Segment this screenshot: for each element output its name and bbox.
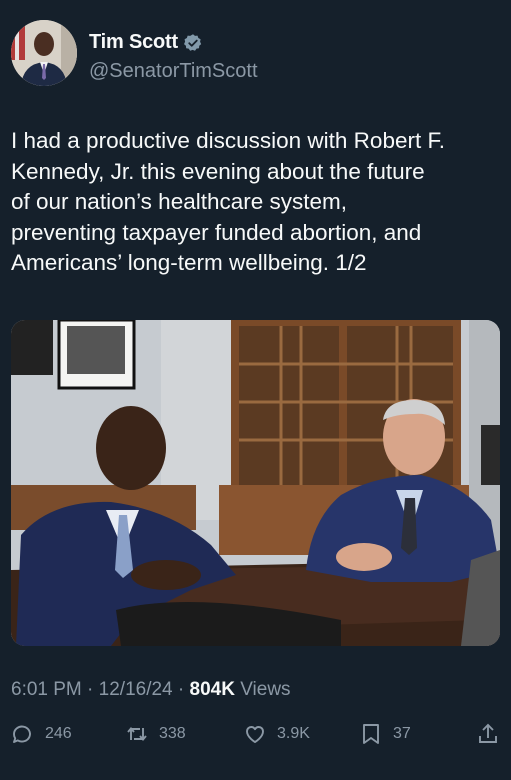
reply-button[interactable]: 246 [11, 722, 72, 746]
share-button[interactable] [476, 722, 510, 746]
meeting-photo-image [11, 320, 500, 646]
reply-count: 246 [45, 725, 72, 742]
post-date[interactable]: 12/16/24 [99, 679, 173, 700]
post-text: I had a productive discussion with Rober… [11, 128, 445, 275]
avatar[interactable] [11, 20, 77, 86]
share-icon [479, 723, 497, 743]
bookmark-button[interactable]: 37 [359, 722, 411, 746]
views-count: 804K [189, 679, 235, 700]
heart-icon [246, 726, 264, 743]
verified-badge-icon [183, 33, 202, 51]
like-count: 3.9K [277, 725, 310, 742]
action-bar: 246 338 3.9K 37 [0, 722, 511, 752]
post-time[interactable]: 6:01 PM [11, 679, 82, 700]
meta-separator-2: · [172, 679, 190, 700]
post-photo[interactable] [11, 320, 500, 646]
views-label: Views [234, 679, 291, 700]
reply-icon [13, 725, 31, 743]
name-row: Tim Scott [89, 31, 203, 54]
post: Tim Scott @SenatorTimScott I had a produ… [0, 0, 511, 780]
avatar-image [11, 20, 77, 86]
bookmark-count: 37 [393, 725, 411, 742]
meta-separator: · [81, 679, 99, 700]
author-handle[interactable]: @SenatorTimScott [89, 60, 258, 83]
post-header: Tim Scott @SenatorTimScott [11, 20, 491, 90]
repost-button[interactable]: 338 [125, 722, 186, 746]
repost-count: 338 [159, 725, 186, 742]
like-button[interactable]: 3.9K [243, 722, 310, 746]
repost-icon [127, 727, 147, 741]
display-name[interactable]: Tim Scott [89, 31, 178, 54]
post-meta: 6:01 PM · 12/16/24 · 804K Views [11, 679, 291, 701]
bookmark-icon [363, 724, 379, 744]
